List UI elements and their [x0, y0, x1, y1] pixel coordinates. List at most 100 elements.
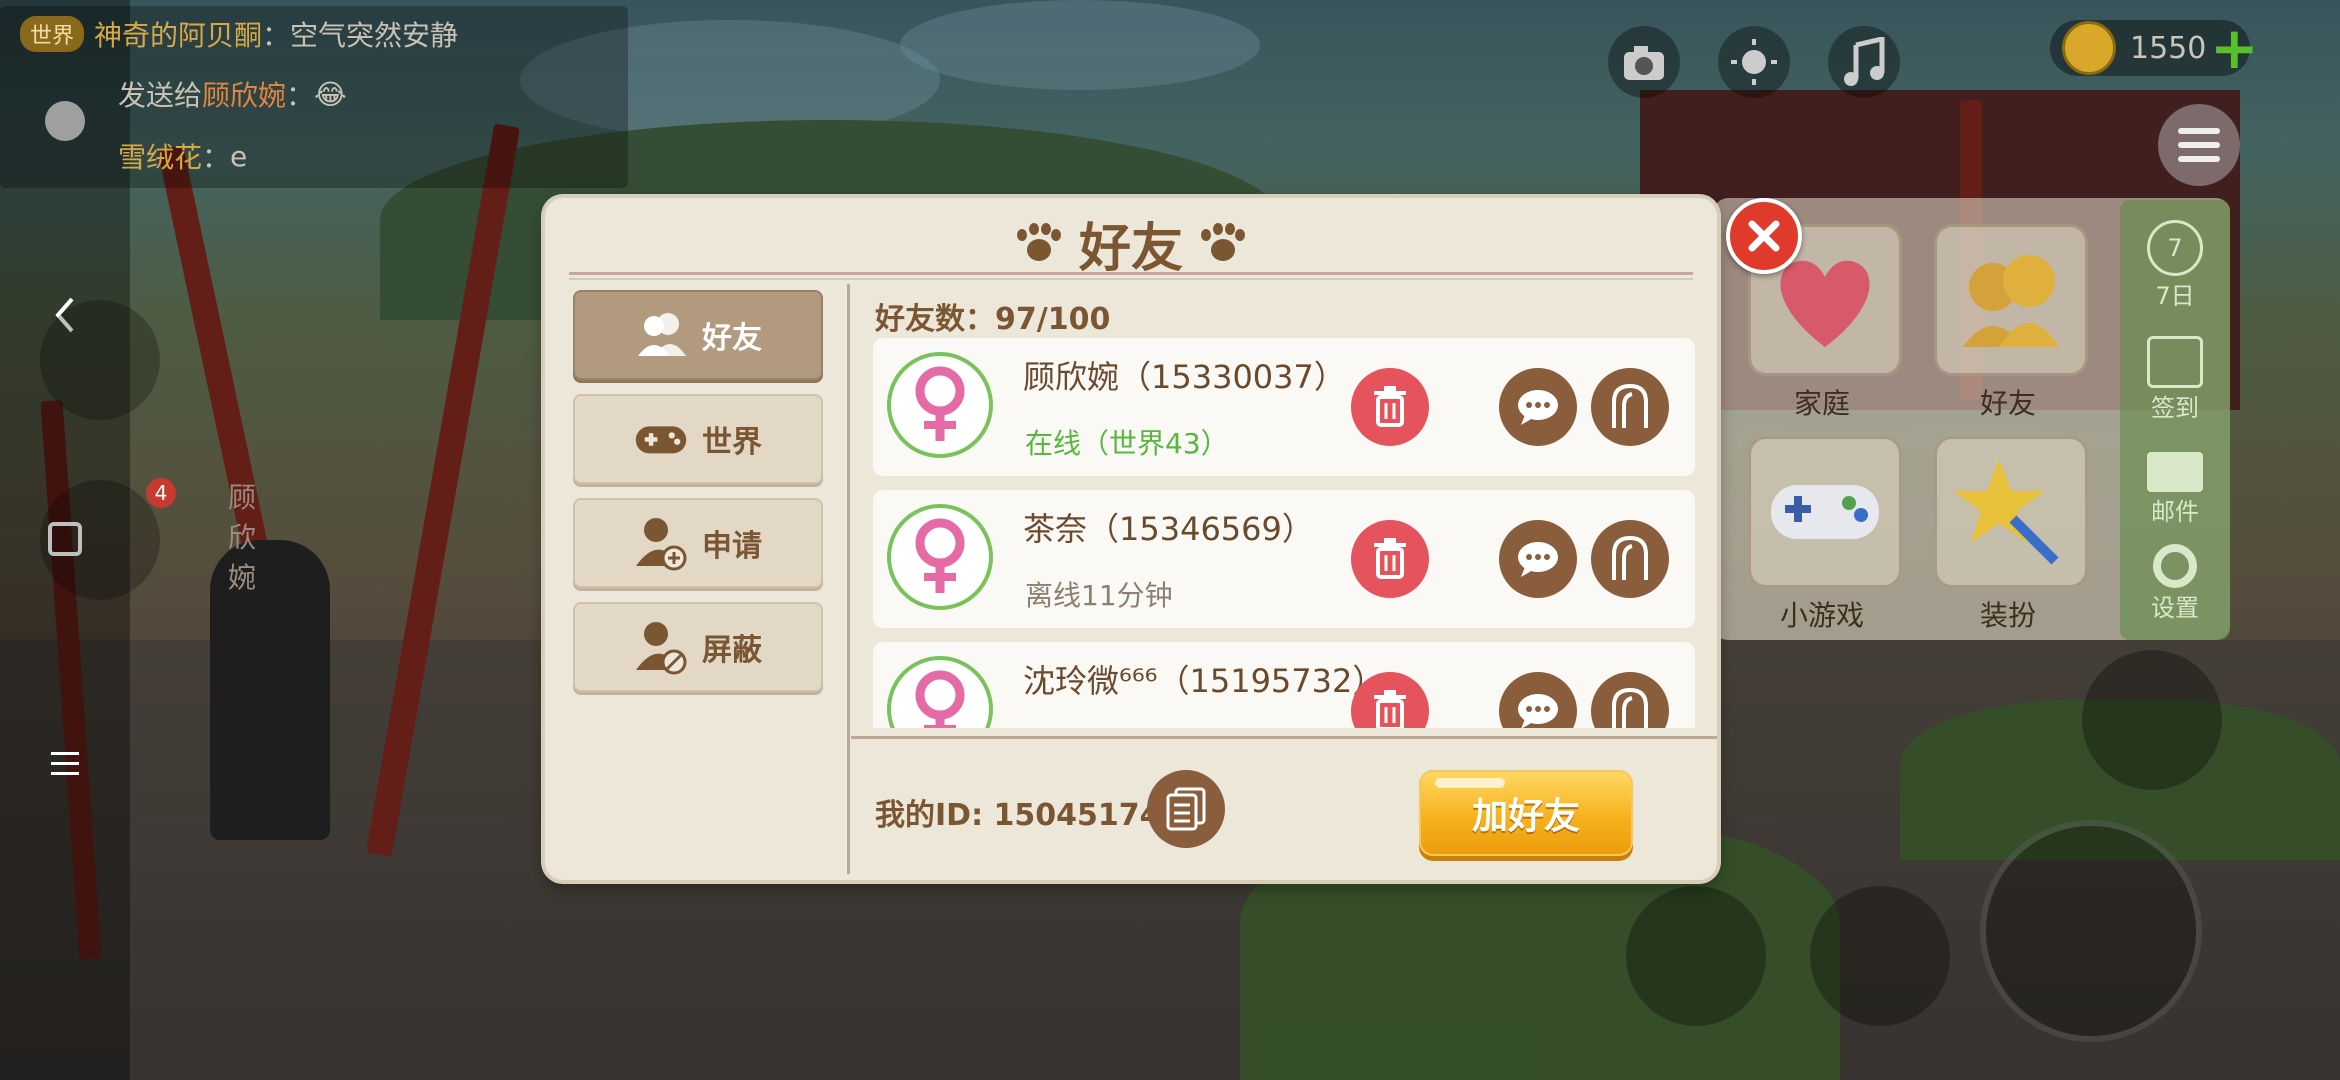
friend-list[interactable]: 顾欣婉（15330037） 在线（世界43） 茶奈（15346569） 离线11… [873, 338, 1695, 728]
minigame-tile[interactable] [1748, 436, 1902, 588]
chat-sender[interactable]: 雪绒花 [118, 136, 202, 176]
friend-name: 沈玲微⁶⁶⁶（15195732） [1023, 662, 1385, 700]
door-icon [1612, 384, 1648, 428]
avatar[interactable] [887, 352, 993, 458]
chat-panel[interactable]: 世界 神奇的阿贝酮 ： 空气突然安静 发送给 顾欣婉 ： 😂 雪绒花 ： e [0, 6, 628, 188]
notebook-button[interactable] [40, 480, 160, 600]
paw-icon [1016, 223, 1061, 263]
visit-friend-button[interactable] [1591, 672, 1669, 728]
menu-icon-bar [2178, 142, 2220, 148]
menu-icon [51, 752, 79, 775]
emote-button[interactable] [1810, 886, 1950, 1026]
chat-separator: ： [202, 141, 231, 174]
avatar[interactable] [887, 504, 993, 610]
female-icon [915, 670, 965, 728]
tab-requests[interactable]: 申请 [573, 498, 823, 588]
chat-bubble-icon [1518, 694, 1558, 728]
jump-button[interactable] [1980, 820, 2202, 1042]
seven-day-label: 7日 [2155, 282, 2195, 310]
seven-day-item[interactable]: 7 7日 [2120, 220, 2230, 311]
copy-icon [1166, 787, 1206, 831]
chat-recipient[interactable]: 顾欣婉 [202, 74, 286, 114]
side-strip: 7 7日 签到 邮件 设置 [2120, 200, 2230, 640]
tab-label: 世界 [702, 425, 762, 460]
close-dialog-button[interactable] [1726, 198, 1802, 274]
divider [569, 272, 1693, 275]
friend-count-label: 好友数： [875, 302, 995, 337]
chat-channel-tag: 世界 [20, 16, 85, 52]
close-icon [1748, 220, 1780, 252]
friend-name: 顾欣婉（15330037） [1023, 358, 1346, 396]
chat-message: e [230, 139, 248, 173]
block-person-icon [634, 620, 688, 675]
chat-prefix: 发送给 [118, 79, 203, 112]
menu-icon-bar [2178, 128, 2220, 134]
friend-name: 茶奈（15346569） [1023, 510, 1314, 548]
copy-id-button[interactable] [1147, 770, 1225, 848]
sun-icon [1731, 39, 1777, 85]
trash-icon [1374, 690, 1406, 728]
dressup-tile[interactable] [1934, 436, 2088, 588]
message-friend-button[interactable] [1499, 672, 1577, 728]
avatar[interactable] [887, 656, 993, 728]
gear-icon [2153, 544, 2197, 588]
music-button[interactable] [1828, 26, 1900, 98]
friends-dialog: 好友 好友 世界 申请 屏蔽 好友数：97/100 顾欣婉（15330037） … [545, 198, 1717, 880]
tab-blocked[interactable]: 屏蔽 [573, 602, 823, 692]
chat-separator: ： [286, 79, 315, 112]
chat-bubble-icon [1518, 390, 1558, 425]
column-divider [847, 284, 850, 874]
brightness-button[interactable] [1718, 26, 1790, 98]
trash-icon [1374, 538, 1406, 579]
world-player-name[interactable]: 顾欣婉 [228, 476, 256, 596]
delete-friend-button[interactable] [1351, 520, 1429, 598]
add-coins-button[interactable]: + [2210, 18, 2259, 78]
friends-tile[interactable] [1934, 224, 2088, 376]
chat-message: 😂 [314, 77, 347, 111]
message-friend-button[interactable] [1499, 520, 1577, 598]
coin-amount: 1550 [2130, 30, 2207, 66]
tab-friends[interactable]: 好友 [573, 290, 823, 380]
add-friend-button[interactable]: 加好友 [1419, 770, 1633, 856]
seven-day-icon: 7 [2147, 220, 2203, 276]
mail-item[interactable]: 邮件 [2120, 452, 2230, 527]
main-menu-button[interactable] [2158, 104, 2240, 186]
add-friend-label: 加好友 [1471, 796, 1580, 837]
add-person-icon [634, 516, 688, 571]
settings-item[interactable]: 设置 [2120, 544, 2230, 623]
tab-label: 申请 [702, 529, 762, 564]
female-icon [915, 366, 965, 441]
checkin-icon [2147, 336, 2203, 388]
chat-sender[interactable]: 神奇的阿贝酮 [94, 14, 262, 54]
dressup-label: 装扮 [1979, 599, 2036, 632]
friends-icon [634, 308, 688, 362]
family-label: 家庭 [1793, 387, 1850, 420]
tab-world[interactable]: 世界 [573, 394, 823, 484]
friend-row[interactable]: 沈玲微⁶⁶⁶（15195732） [873, 642, 1695, 728]
checkin-label: 签到 [2151, 394, 2199, 422]
recents-button[interactable] [30, 728, 100, 798]
visit-friend-button[interactable] [1591, 520, 1669, 598]
chat-line: 世界 神奇的阿贝酮 ： 空气突然安静 [20, 12, 458, 56]
checkin-item[interactable]: 签到 [2120, 336, 2230, 423]
tab-label: 好友 [702, 321, 762, 356]
chat-line: 雪绒花 ： e [118, 134, 247, 178]
task-button[interactable] [40, 300, 160, 420]
menu-icon-bar [2178, 156, 2220, 162]
door-icon [1612, 688, 1648, 728]
visit-friend-button[interactable] [1591, 368, 1669, 446]
friend-row[interactable]: 顾欣婉（15330037） 在线（世界43） [873, 338, 1695, 476]
gamepad-icon [1771, 485, 1879, 539]
friend-count-value: 97/100 [995, 302, 1111, 337]
my-id-label: 我的ID: [875, 798, 984, 833]
camera-button[interactable] [1608, 26, 1680, 98]
backpack-button[interactable] [2082, 650, 2222, 790]
my-id-value: 15045174 [993, 798, 1161, 833]
mail-icon [2147, 452, 2203, 492]
map-button[interactable] [1626, 886, 1766, 1026]
delete-friend-button[interactable] [1351, 368, 1429, 446]
paw-icon [1201, 223, 1245, 263]
message-friend-button[interactable] [1499, 368, 1577, 446]
friend-row[interactable]: 茶奈（15346569） 离线11分钟 [873, 490, 1695, 628]
friend-count: 好友数：97/100 [875, 294, 1110, 338]
